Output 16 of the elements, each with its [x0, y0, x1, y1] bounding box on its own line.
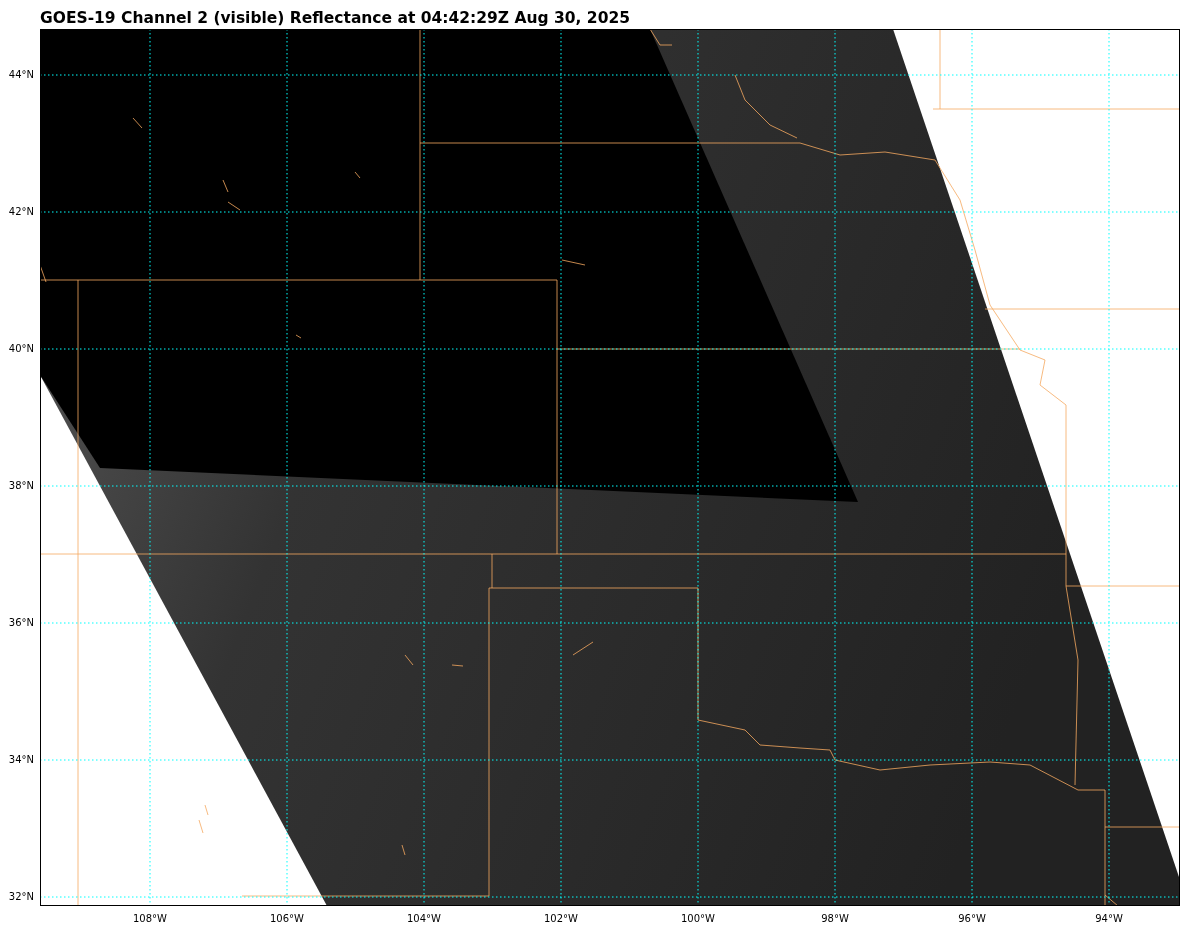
latitude-label: 40°N: [8, 343, 34, 355]
latitude-label: 34°N: [8, 754, 34, 766]
longitude-label: 102°W: [544, 913, 578, 925]
latitude-label: 32°N: [8, 891, 34, 903]
latitude-label: 44°N: [8, 69, 34, 81]
figure-title: GOES-19 Channel 2 (visible) Reflectance at 04:42:29Z Aug 30, 2025: [40, 9, 630, 28]
longitude-label: 104°W: [407, 913, 441, 925]
latitude-label: 38°N: [8, 480, 34, 492]
latitude-label: 42°N: [8, 206, 34, 218]
latitude-label: 36°N: [8, 617, 34, 629]
longitude-label: 106°W: [270, 913, 304, 925]
longitude-label: 108°W: [133, 913, 167, 925]
longitude-label: 100°W: [681, 913, 715, 925]
longitude-label: 98°W: [821, 913, 849, 925]
longitude-label: 94°W: [1095, 913, 1123, 925]
longitude-label: 96°W: [958, 913, 986, 925]
